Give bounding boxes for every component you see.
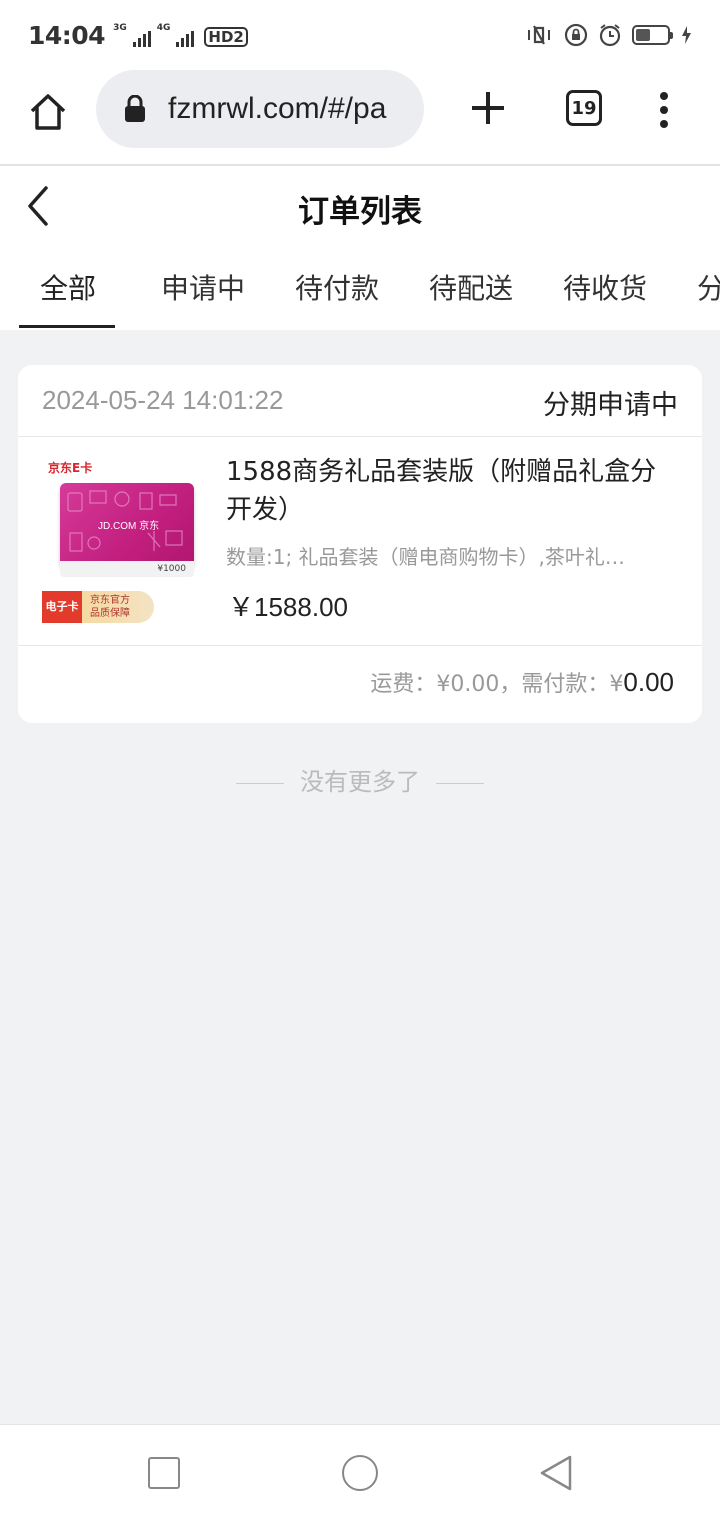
order-card-footer: 运费：¥0.00，需付款：¥0.00 <box>18 645 702 723</box>
divider <box>436 782 484 784</box>
network-type-2: 4G <box>156 23 171 33</box>
battery-icon <box>632 25 673 45</box>
tab-pending-payment[interactable]: 待付款 <box>295 250 379 330</box>
summary-separator: ， <box>499 672 522 697</box>
order-status: 分期申请中 <box>543 390 678 421</box>
new-tab-icon[interactable] <box>468 88 508 128</box>
tab-switcher-button[interactable]: 19 <box>566 90 602 126</box>
system-nav-bar <box>0 1424 720 1520</box>
page-title: 订单列表 <box>298 194 422 230</box>
tab-installment[interactable]: 分 <box>697 250 720 330</box>
tab-applying[interactable]: 申请中 <box>161 250 245 330</box>
ecard-badge-label: 电子卡 <box>42 591 82 623</box>
product-price: ￥1588.00 <box>228 592 348 622</box>
hd-voice-icon: HD2 <box>204 27 248 47</box>
home-circle-icon[interactable] <box>342 1455 378 1491</box>
status-bar: 14:04 3G 4G HD2 <box>0 0 720 70</box>
order-status-tabs: 全部 申请中 待付款 待配送 待收货 分 <box>0 250 720 330</box>
status-time: 14:04 <box>28 20 106 50</box>
network-type-1: 3G <box>113 23 127 33</box>
jd-ecard-logo: 京东E卡 <box>48 461 93 475</box>
badge-line-1: 京东官方 <box>90 595 130 606</box>
url-text[interactable]: fzmrwl.com/#/pa <box>168 92 386 126</box>
official-guarantee-badge: 京东官方 品质保障 <box>82 591 154 623</box>
product-image[interactable]: 京东E卡 JD.COM 京东 ¥1000 电子卡 京东官方 品质保障 <box>40 455 200 625</box>
active-tab-indicator <box>19 325 115 328</box>
lock-icon <box>125 95 145 122</box>
amount-due-value: 0.00 <box>623 667 674 697</box>
more-menu-icon[interactable] <box>650 90 678 130</box>
browser-toolbar: fzmrwl.com/#/pa 19 <box>0 70 720 166</box>
lock-rotation-icon <box>564 23 588 47</box>
charging-icon <box>682 26 691 44</box>
order-card[interactable]: 2024-05-24 14:01:22 分期申请中 京东E卡 JD.COM 京东 <box>18 365 702 723</box>
ecard-badge: 电子卡 京东官方 品质保障 <box>42 591 154 623</box>
shipping-label: 运费： <box>370 672 437 697</box>
tab-pending-receipt[interactable]: 待收货 <box>563 250 647 330</box>
end-of-list-text: 没有更多了 <box>300 768 420 796</box>
end-of-list: 没有更多了 <box>0 762 720 797</box>
card-denomination: ¥1000 <box>60 561 194 577</box>
amount-due-currency: ¥ <box>609 672 624 697</box>
order-card-header: 2024-05-24 14:01:22 分期申请中 <box>18 365 702 437</box>
tab-pending-delivery[interactable]: 待配送 <box>429 250 513 330</box>
product-name[interactable]: 1588商务礼品套装版（附赠品礼盒分开发） <box>226 453 666 529</box>
alarm-icon <box>599 24 621 47</box>
tab-all[interactable]: 全部 <box>40 250 96 330</box>
signal-icon <box>132 31 151 47</box>
home-icon[interactable] <box>26 90 70 134</box>
order-time: 2024-05-24 14:01:22 <box>42 385 284 415</box>
signal-icon <box>176 31 195 47</box>
address-bar[interactable]: fzmrwl.com/#/pa <box>96 70 424 148</box>
back-triangle-icon[interactable] <box>538 1453 574 1493</box>
gift-card-picture: JD.COM 京东 ¥1000 <box>60 483 194 577</box>
product-spec: 数量:1; 礼品套装（赠电商购物卡）,茶叶礼… <box>226 545 625 569</box>
amount-due-label: 需付款： <box>521 672 610 697</box>
page-header: 订单列表 <box>0 166 720 250</box>
payment-summary: 运费：¥0.00，需付款：¥0.00 <box>370 666 674 698</box>
divider <box>236 782 284 784</box>
recent-apps-icon[interactable] <box>148 1457 180 1489</box>
shipping-value: ¥0.00 <box>436 672 500 697</box>
vibrate-mute-icon <box>528 25 550 45</box>
badge-line-2: 品质保障 <box>90 608 130 619</box>
card-brand-text: JD.COM 京东 <box>98 521 160 532</box>
network-indicator: 3G 4G HD2 <box>113 23 248 47</box>
